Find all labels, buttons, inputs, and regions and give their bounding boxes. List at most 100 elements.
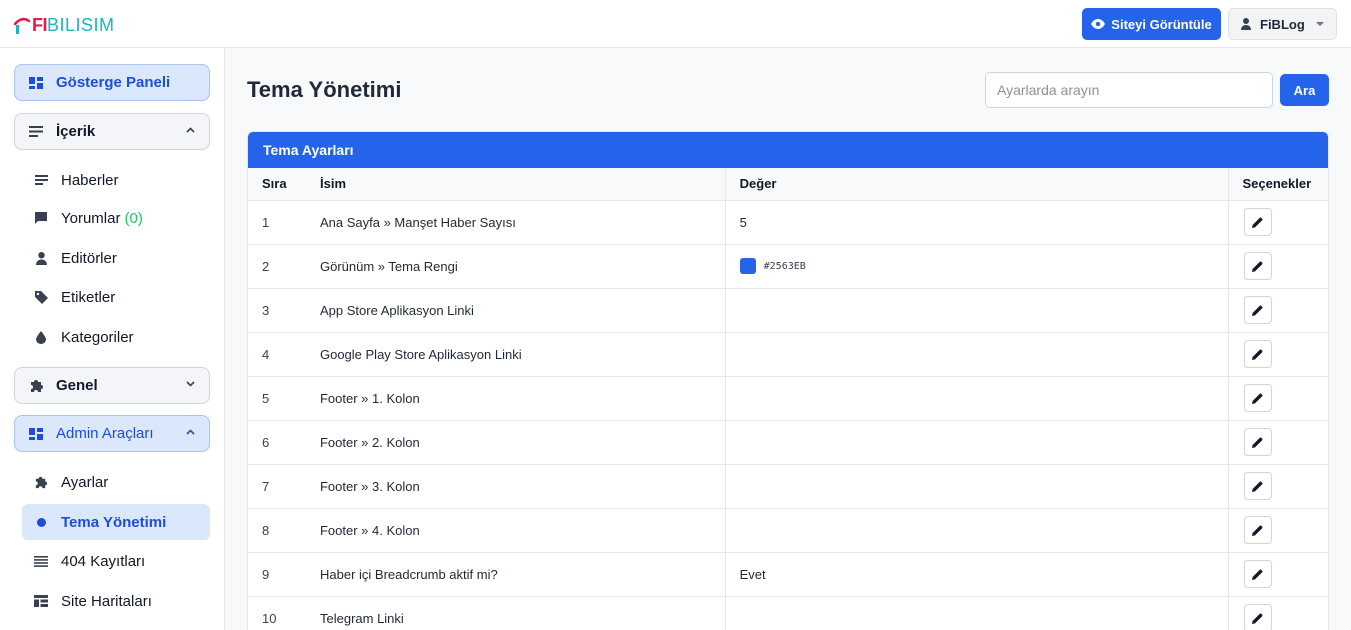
theme-settings-table: Sıra İsim Değer Seçenekler 1 Ana Sayfa » … [248, 168, 1328, 630]
cell-index: 2 [248, 244, 306, 289]
column-header-name: İsim [305, 168, 726, 201]
edit-button[interactable] [1243, 252, 1272, 280]
pencil-icon [1252, 305, 1263, 316]
cell-name: Google Play Store Aplikasyon Linki [305, 332, 726, 377]
cell-options [1227, 288, 1328, 333]
sidebar-item-label: Site Haritaları [61, 592, 152, 610]
color-hex-value: #2563EB [763, 260, 806, 272]
sidebar-item-site-haritalari[interactable]: Site Haritaları [22, 583, 210, 619]
pencil-icon [1252, 481, 1263, 492]
puzzle-icon [28, 378, 44, 394]
chevron-up-icon [186, 429, 195, 435]
view-site-button[interactable]: Siteyi Görüntüle [1082, 8, 1221, 40]
sidebar-item-haberler[interactable]: Haberler [22, 162, 210, 198]
user-menu-button[interactable]: FiBLog [1228, 8, 1337, 40]
comment-icon [34, 211, 48, 225]
chevron-down-icon [186, 381, 195, 387]
sidebar-item-editorler[interactable]: Editörler [22, 240, 210, 276]
cell-options [1227, 508, 1328, 553]
sidebar-item-tema-yonetimi[interactable]: Tema Yönetimi [22, 504, 210, 540]
top-bar: FI BILISIM Siteyi Görüntüle FiBLog [0, 0, 1351, 48]
logo-text-fi: FI [32, 14, 48, 35]
sidebar-item-yorumlar[interactable]: Yorumlar (0) [22, 200, 210, 236]
puzzle-icon [34, 475, 48, 489]
cell-name: Footer » 2. Kolon [305, 420, 726, 465]
sidebar-group-general[interactable]: Genel [14, 367, 210, 404]
cell-options [1227, 420, 1328, 465]
sidebar-item-label: Tema Yönetimi [61, 513, 167, 531]
cell-name: App Store Aplikasyon Linki [305, 288, 726, 333]
cell-value [724, 464, 1228, 509]
cell-value [724, 376, 1228, 421]
pencil-icon [1252, 437, 1263, 448]
table-row: 8 Footer » 4. Kolon [248, 508, 1328, 553]
search-button[interactable]: Ara [1280, 74, 1329, 106]
sidebar-item-label: Gösterge Paneli [56, 74, 171, 91]
edit-button[interactable] [1243, 516, 1272, 544]
edit-button[interactable] [1243, 604, 1272, 630]
comment-count-badge: (0) [124, 209, 143, 227]
cell-index: 7 [248, 464, 306, 509]
table-row: 4 Google Play Store Aplikasyon Linki [248, 332, 1328, 377]
table-row: 7 Footer » 3. Kolon [248, 464, 1328, 509]
dashboard-icon [28, 426, 44, 442]
article-icon [34, 173, 48, 187]
sidebar-item-404-kayitlari[interactable]: 404 Kayıtları [22, 543, 210, 579]
cell-name: Haber içi Breadcrumb aktif mi? [305, 552, 726, 597]
sidebar-group-label: Genel [56, 377, 98, 394]
edit-button[interactable] [1243, 208, 1272, 236]
notes-icon [28, 124, 44, 140]
list-icon [34, 554, 48, 568]
eye-icon [1091, 19, 1106, 29]
sidebar-group-admin-tools[interactable]: Admin Araçları [14, 415, 210, 452]
theme-settings-card: Tema Ayarları Sıra İsim Değer Seçenekler… [247, 131, 1329, 630]
cell-options [1227, 244, 1328, 289]
cell-value [724, 508, 1228, 553]
cell-index: 3 [248, 288, 306, 333]
cell-index: 10 [248, 596, 306, 630]
cell-index: 8 [248, 508, 306, 553]
brand-logo[interactable]: FI BILISIM [14, 13, 115, 37]
settings-search-input[interactable] [985, 72, 1273, 108]
sidebar-group-content[interactable]: İçerik [14, 113, 210, 150]
edit-button[interactable] [1243, 296, 1272, 324]
cell-value: #2563EB [724, 244, 1228, 289]
sidebar-item-ayarlar[interactable]: Ayarlar [22, 464, 210, 500]
edit-button[interactable] [1243, 340, 1272, 368]
cell-value: Evet [724, 552, 1228, 597]
pencil-icon [1252, 261, 1263, 272]
dashboard-icon [28, 75, 44, 91]
table-header-row: Sıra İsim Değer Seçenekler [248, 168, 1328, 201]
pencil-icon [1252, 217, 1263, 228]
edit-button[interactable] [1243, 472, 1272, 500]
color-swatch [739, 258, 756, 275]
cell-name: Telegram Linki [305, 596, 726, 630]
cell-value [724, 332, 1228, 377]
column-header-index: Sıra [248, 168, 306, 201]
edit-button[interactable] [1243, 384, 1272, 412]
table-row: 9 Haber içi Breadcrumb aktif mi? Evet [248, 552, 1328, 597]
page-title: Tema Yönetimi [247, 77, 402, 102]
edit-button[interactable] [1243, 560, 1272, 588]
chevron-down-icon [1315, 22, 1324, 26]
sidebar-item-kategoriler[interactable]: Kategoriler [22, 319, 210, 355]
person-icon [34, 251, 48, 265]
sidebar-item-dashboard[interactable]: Gösterge Paneli [14, 64, 210, 101]
cell-options [1227, 332, 1328, 377]
cell-options [1227, 376, 1328, 421]
table-row: 5 Footer » 1. Kolon [248, 376, 1328, 421]
cell-options [1227, 596, 1328, 630]
card-title: Tema Ayarları [248, 132, 1328, 168]
pencil-icon [1252, 613, 1263, 624]
table-row: 3 App Store Aplikasyon Linki [248, 288, 1328, 333]
cell-name: Görünüm » Tema Rengi [305, 244, 726, 289]
sidebar-item-etiketler[interactable]: Etiketler [22, 279, 210, 315]
cell-name: Ana Sayfa » Manşet Haber Sayısı [305, 200, 726, 245]
cell-name: Footer » 4. Kolon [305, 508, 726, 553]
pencil-icon [1252, 569, 1263, 580]
sidebar-group-label: İçerik [56, 123, 96, 140]
table-row: 2 Görünüm » Tema Rengi #2563EB [248, 244, 1328, 289]
cell-options [1227, 552, 1328, 597]
cell-options [1227, 200, 1328, 245]
edit-button[interactable] [1243, 428, 1272, 456]
